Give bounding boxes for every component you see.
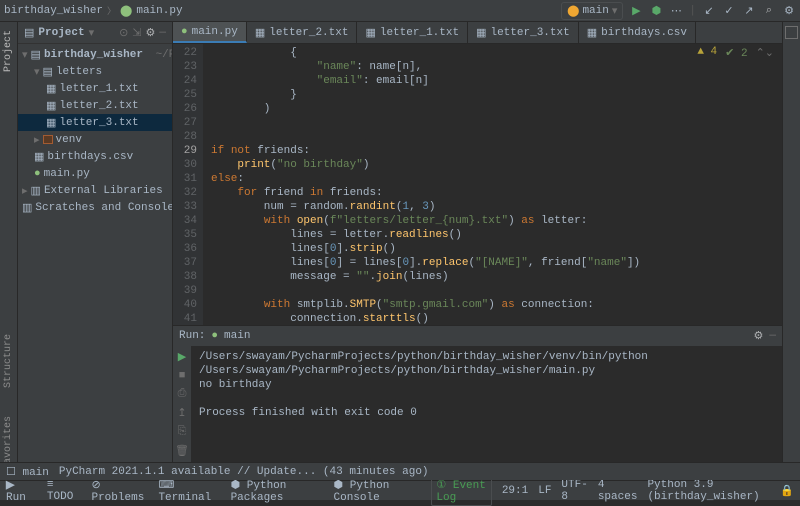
print-button[interactable]: ⎘ — [178, 426, 187, 438]
python-icon: ● — [211, 330, 218, 342]
crumb-project[interactable]: birthday_wisher — [4, 5, 103, 17]
rerun-button[interactable]: ▶ — [178, 350, 186, 364]
grid-icon[interactable] — [785, 26, 798, 39]
project-panel-title: Project — [38, 27, 84, 39]
run-button[interactable]: ▶ — [629, 4, 643, 18]
more-actions[interactable]: ⋯ — [669, 4, 683, 18]
text-file-icon: ▦ — [587, 26, 597, 40]
crumb-file[interactable]: main.py — [136, 5, 182, 17]
indent[interactable]: 4 spaces — [598, 479, 638, 503]
editor-tab[interactable]: ▦birthdays.csv — [579, 22, 696, 43]
tool-structure-tab[interactable]: Structure — [3, 330, 14, 392]
gear-icon[interactable]: ⚙ — [146, 26, 156, 40]
editor-tab[interactable]: ●main.py — [173, 22, 247, 43]
tool-project-tab[interactable]: Project — [3, 26, 14, 76]
trash-button[interactable]: 🗑 — [175, 444, 189, 458]
interpreter[interactable]: Python 3.9 (birthday_wisher) — [647, 479, 770, 503]
tree-folder-letters[interactable]: ▾▤letters — [18, 63, 172, 80]
tree-file[interactable]: ▦letter_2.txt — [18, 97, 172, 114]
update-notice[interactable]: PyCharm 2021.1.1 available // Update... … — [59, 466, 429, 478]
line-sep[interactable]: LF — [538, 485, 551, 497]
inspection-widget[interactable]: ▲ 4 ✔ 2 ⌃⌄ — [697, 46, 774, 60]
tree-file[interactable]: ▦letter_1.txt — [18, 80, 172, 97]
caret-pos[interactable]: 29:1 — [502, 485, 528, 497]
text-file-icon: ▦ — [476, 26, 486, 40]
editor-tab[interactable]: ▦letter_1.txt — [357, 22, 468, 43]
text-file-icon: ▦ — [255, 26, 265, 40]
debug-button[interactable]: ⬢ — [649, 4, 663, 18]
select-opened-file[interactable]: ⊙ — [119, 26, 128, 40]
run-panel-label: Run: — [179, 330, 205, 342]
tree-file[interactable]: ▦letter_3.txt — [18, 114, 172, 131]
breadcrumb: birthday_wisher 〉 ⬤ main.py — [4, 4, 183, 18]
settings-cog[interactable]: ⚙ — [782, 4, 796, 18]
hide-panel[interactable]: — — [159, 27, 166, 39]
lock-icon[interactable]: 🔒 — [780, 484, 794, 498]
python-icon: ⬤ — [120, 4, 132, 18]
tree-scratches[interactable]: ▥Scratches and Consoles — [18, 199, 172, 216]
tree-file[interactable]: ▦birthdays.csv — [18, 148, 172, 165]
expand-all[interactable]: ⇲ — [132, 26, 141, 40]
stop-button[interactable]: ■ — [179, 370, 186, 382]
tree-ext-libs[interactable]: ▸▥External Libraries — [18, 182, 172, 199]
run-output[interactable]: /Users/swayam/PycharmProjects/python/bir… — [191, 346, 782, 480]
search-everywhere[interactable]: ⌕ — [762, 4, 776, 18]
git-commit[interactable]: ✓ — [722, 4, 736, 18]
up-button[interactable]: ↥ — [177, 406, 186, 420]
editor-tab[interactable]: ▦letter_3.txt — [468, 22, 579, 43]
event-log[interactable]: ① Event Log — [431, 476, 491, 506]
text-file-icon: ▦ — [365, 26, 375, 40]
tree-file[interactable]: ●main.py — [18, 165, 172, 182]
bot-todo[interactable]: ≡ TODO — [47, 479, 78, 503]
layout-button[interactable]: ⎙ — [178, 388, 187, 400]
code-editor[interactable]: { "name": name[n], "email": email[n] } )… — [203, 44, 782, 325]
encoding[interactable]: UTF-8 — [561, 479, 587, 503]
git-push[interactable]: ↗ — [742, 4, 756, 18]
tree-folder-venv[interactable]: ▸venv — [18, 131, 172, 148]
tree-root[interactable]: ▾▤birthday_wisher ~/PycharmProjects/py — [18, 46, 172, 63]
branch-icon: ⬤ — [567, 4, 579, 18]
run-config-name: main — [224, 330, 250, 342]
status-git[interactable]: ☐ main — [6, 465, 49, 479]
run-settings[interactable]: ⚙ — [754, 329, 764, 343]
python-icon: ● — [181, 26, 188, 38]
folder-icon: ▤ — [24, 26, 34, 40]
git-update[interactable]: ↙ — [702, 4, 716, 18]
editor-tab[interactable]: ▦letter_2.txt — [247, 22, 358, 43]
git-branch-selector[interactable]: ⬤ main ▾ — [561, 2, 623, 20]
line-gutter[interactable]: 2223242526272829303132333435363738394041… — [173, 44, 203, 325]
hide-run[interactable]: — — [769, 330, 776, 342]
